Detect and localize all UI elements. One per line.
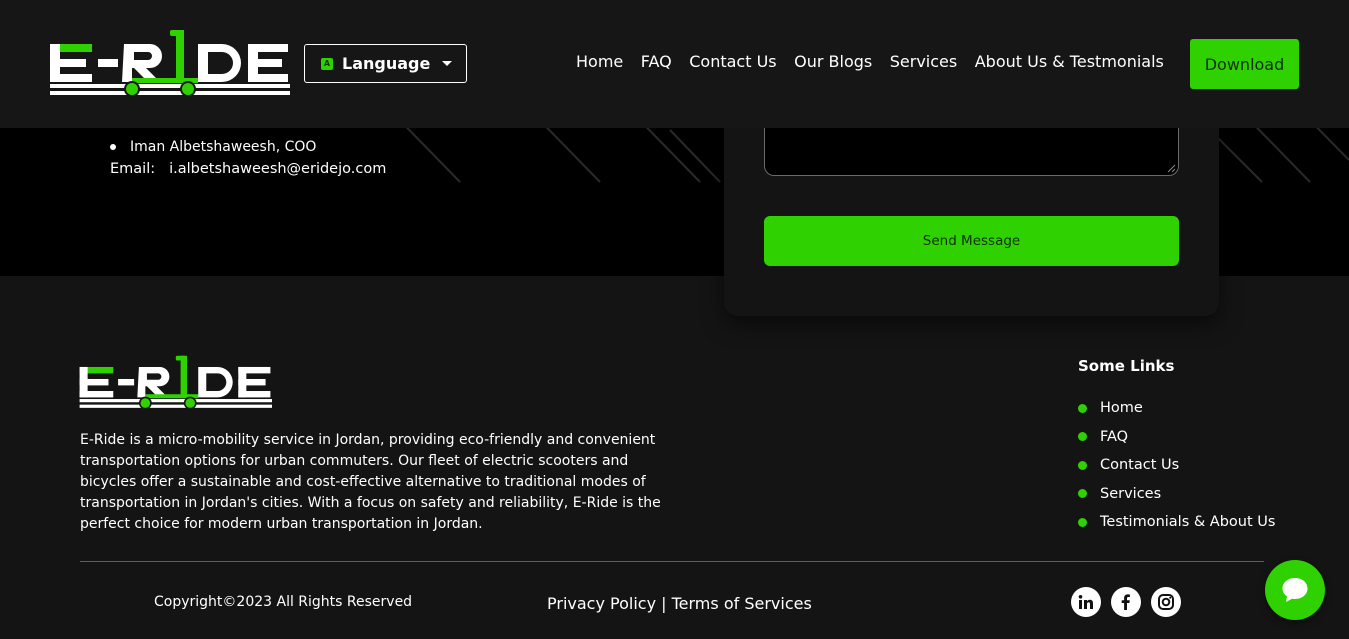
email-value[interactable]: i.albetshaweesh@eridejo.com [169,158,386,180]
instagram-icon[interactable] [1151,587,1181,617]
footer-divider [80,561,1264,562]
eride-logo[interactable] [48,28,290,100]
nav-services[interactable]: Services [890,52,957,71]
bullet-dot-icon [1078,460,1087,470]
linkedin-icon[interactable] [1071,587,1101,617]
chat-icon [1282,578,1308,602]
contact-person: Iman Albetshaweesh, COO [130,139,317,155]
footer-link-label: FAQ [1100,428,1129,445]
nav-home[interactable]: Home [576,52,623,71]
nav-our-blogs[interactable]: Our Blogs [794,52,872,71]
site-header: A Language Home FAQ Contact Us Our Blogs… [0,0,1349,128]
language-label: Language [342,54,431,73]
bullet-dot-icon [1078,432,1087,442]
bullet-dot-icon [1078,403,1087,413]
email-row: Email: i.albetshaweesh@eridejo.com [110,158,386,180]
social-links [1071,587,1181,617]
resize-grip-icon[interactable] [1167,164,1176,173]
copyright-text: Copyright©2023 All Rights Reserved [154,594,413,610]
contact-person-item: Iman Albetshaweesh, COO [110,136,386,158]
nav-about-testimonials[interactable]: About Us & Testmonials [975,52,1164,71]
main-nav: Home FAQ Contact Us Our Blogs Services A… [576,52,1181,71]
nav-faq[interactable]: FAQ [641,52,672,71]
footer-eride-logo[interactable] [78,354,272,412]
footer-link-label: Contact Us [1100,457,1180,474]
bullet-icon [110,144,116,150]
nav-contact-us[interactable]: Contact Us [689,52,776,71]
footer-link-services[interactable]: Services [1078,480,1275,509]
footer-link-testimonials-about[interactable]: Testimonials & About Us [1078,508,1275,537]
legal-links: Privacy Policy | Terms of Services [547,594,812,613]
send-message-button[interactable]: Send Message [764,216,1179,266]
bullet-dot-icon [1078,517,1087,527]
terms-of-services-link[interactable]: Terms of Services [672,594,812,613]
download-button[interactable]: Download [1190,39,1299,89]
chevron-down-icon [442,61,453,66]
email-label: Email: [110,161,156,177]
links-heading: Some Links [1078,357,1175,375]
footer-link-label: Home [1100,400,1143,417]
bullet-dot-icon [1078,489,1087,499]
contact-details: Iman Albetshaweesh, COO Email: i.albetsh… [110,136,386,180]
footer-about-text: E-Ride is a micro-mobility service in Jo… [80,432,661,532]
footer-link-label: Services [1100,485,1162,502]
footer-link-faq[interactable]: FAQ [1078,423,1275,452]
footer-links: Home FAQ Contact Us Services Testimonial… [1078,394,1275,537]
facebook-icon[interactable] [1111,587,1141,617]
translate-icon: A [321,57,333,70]
privacy-policy-link[interactable]: Privacy Policy [547,594,656,613]
footer-link-label: Testimonials & About Us [1100,514,1276,531]
footer-link-contact-us[interactable]: Contact Us [1078,451,1275,480]
footer-link-home[interactable]: Home [1078,394,1275,423]
chat-widget-button[interactable] [1265,560,1325,620]
language-dropdown[interactable]: A Language [304,44,467,83]
legal-separator: | [656,594,672,613]
